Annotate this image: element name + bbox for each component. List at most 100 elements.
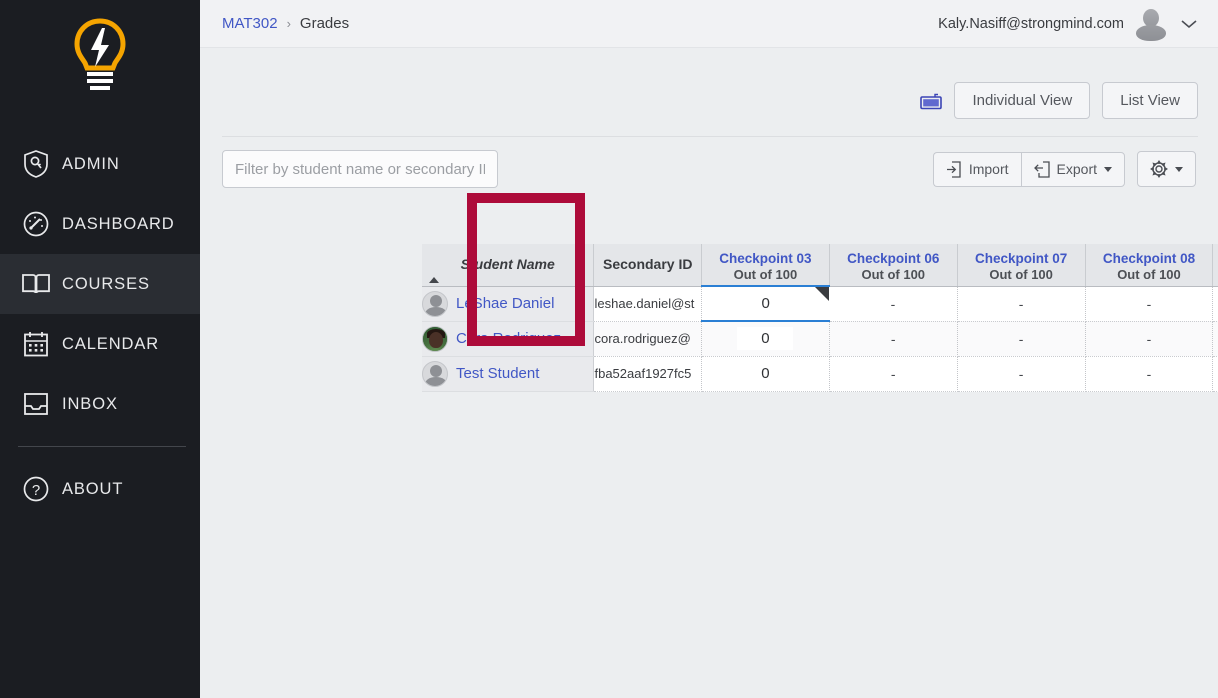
column-label: Secondary ID (603, 256, 692, 272)
table-row[interactable]: Cora Rodriguez cora.rodriguez@ 0 - - - -… (422, 321, 1218, 356)
grade-cell-checkpoint-03[interactable]: 0 (701, 356, 829, 391)
column-label: Checkpoint 07 (958, 247, 1085, 267)
column-header-student-name[interactable]: Student Name (422, 244, 594, 286)
column-sublabel: Out of 100 (1086, 267, 1213, 283)
import-export-group: Import Export (933, 152, 1125, 187)
secondary-id-cell: fba52aaf1927fc5 (594, 356, 701, 391)
secondary-id-cell: cora.rodriguez@ (594, 321, 701, 356)
import-button[interactable]: Import (933, 152, 1021, 187)
student-name-cell[interactable]: Test Student (422, 356, 594, 391)
calendar-icon (14, 327, 58, 361)
keyboard-shortcuts-icon[interactable] (920, 92, 942, 110)
student-name-link[interactable]: LeShae Daniel (456, 295, 554, 312)
column-label: Checkpoint 09 (1213, 247, 1218, 267)
app-logo[interactable] (0, 0, 200, 112)
import-label: Import (969, 161, 1009, 177)
grid-settings-button[interactable] (1137, 151, 1196, 187)
sort-ascending-icon (429, 277, 439, 283)
gradebook-grid[interactable]: Student Name Secondary ID Checkpoint 03 … (422, 244, 1218, 392)
individual-view-button[interactable]: Individual View (954, 82, 1090, 119)
top-header: MAT302 › Grades Kaly.Nasiff@strongmind.c… (200, 0, 1218, 48)
header-row: Student Name Secondary ID Checkpoint 03 … (422, 244, 1218, 286)
column-header-secondary-id[interactable]: Secondary ID (594, 244, 701, 286)
table-header: Student Name Secondary ID Checkpoint 03 … (422, 244, 1218, 286)
table-row[interactable]: LeShae Daniel leshae.daniel@st 0 - - - -… (422, 286, 1218, 321)
filter-row: Import Export (222, 150, 1196, 188)
grade-cell-checkpoint-09[interactable]: - (1213, 321, 1218, 356)
sidebar-item-label: ABOUT (62, 480, 123, 499)
inbox-icon (14, 387, 58, 421)
grade-cell-checkpoint-08[interactable]: - (1085, 356, 1213, 391)
lightbulb-logo-icon (71, 18, 129, 94)
breadcrumb-current: Grades (300, 15, 349, 32)
search-input[interactable] (222, 150, 498, 188)
column-header-checkpoint-08[interactable]: Checkpoint 08 Out of 100 (1085, 244, 1213, 286)
sidebar-item-calendar[interactable]: CALENDAR (0, 314, 200, 374)
column-sublabel: Out of 100 (702, 267, 829, 283)
column-label: Student Name (461, 256, 555, 272)
export-arrow-icon (1034, 161, 1050, 178)
gear-icon (1150, 160, 1168, 178)
avatar (1136, 8, 1166, 40)
sidebar: ADMIN DASHBOARD (0, 0, 200, 698)
svg-text:?: ? (32, 482, 40, 499)
caret-down-icon (1175, 167, 1183, 172)
grid-actions: Import Export (933, 151, 1196, 187)
grade-cell-checkpoint-07[interactable]: - (957, 321, 1085, 356)
column-header-checkpoint-06[interactable]: Checkpoint 06 Out of 100 (829, 244, 957, 286)
cell-comment-indicator-icon (815, 287, 829, 301)
export-button[interactable]: Export (1021, 152, 1125, 187)
student-name-link[interactable]: Cora Rodriguez (456, 330, 561, 347)
grade-cell-checkpoint-08[interactable]: - (1085, 321, 1213, 356)
grade-value: 0 (737, 362, 793, 385)
grade-value: 0 (737, 327, 793, 350)
sidebar-item-label: INBOX (62, 395, 118, 414)
section-divider (222, 136, 1198, 137)
grade-cell-checkpoint-09[interactable]: - (1213, 356, 1218, 391)
grade-cell-checkpoint-08[interactable]: - (1085, 286, 1213, 321)
secondary-id-cell: leshae.daniel@st (594, 286, 701, 321)
grade-cell-checkpoint-07[interactable]: - (957, 286, 1085, 321)
column-label: Checkpoint 08 (1086, 247, 1213, 267)
sidebar-item-admin[interactable]: ADMIN (0, 134, 200, 194)
question-circle-icon: ? (14, 472, 58, 506)
grade-cell-checkpoint-07[interactable]: - (957, 356, 1085, 391)
sidebar-item-inbox[interactable]: INBOX (0, 374, 200, 434)
sidebar-item-label: DASHBOARD (62, 215, 175, 234)
default-avatar-icon (422, 291, 448, 317)
student-name-link[interactable]: Test Student (456, 365, 539, 382)
sidebar-item-label: CALENDAR (62, 335, 159, 354)
column-header-checkpoint-07[interactable]: Checkpoint 07 Out of 100 (957, 244, 1085, 286)
sidebar-item-label: COURSES (62, 275, 150, 294)
student-name-cell[interactable]: Cora Rodriguez (422, 321, 594, 356)
sidebar-item-about[interactable]: ? ABOUT (0, 459, 200, 519)
sidebar-item-dashboard[interactable]: DASHBOARD (0, 194, 200, 254)
column-sublabel: Out of 100 (830, 267, 957, 283)
photo-avatar (422, 326, 448, 352)
grade-cell-checkpoint-06[interactable]: - (829, 286, 957, 321)
column-sublabel: Out of 100 (958, 267, 1085, 283)
shield-key-icon (14, 147, 58, 181)
column-sublabel: Out of 100 (1213, 267, 1218, 283)
student-name-cell[interactable]: LeShae Daniel (422, 286, 594, 321)
breadcrumb-course-link[interactable]: MAT302 (222, 15, 278, 32)
column-header-checkpoint-09[interactable]: Checkpoint 09 Out of 100 (1213, 244, 1218, 286)
user-menu[interactable]: Kaly.Nasiff@strongmind.com (938, 8, 1200, 40)
grade-cell-checkpoint-06[interactable]: - (829, 321, 957, 356)
table-row[interactable]: Test Student fba52aaf1927fc5 0 - - - - - (422, 356, 1218, 391)
gauge-icon (14, 207, 58, 241)
view-toggle-bar: Individual View List View (920, 82, 1198, 119)
grade-cell-checkpoint-03[interactable]: 0 (701, 286, 829, 321)
main-content: Individual View List View Import (200, 48, 1218, 698)
sidebar-nav: ADMIN DASHBOARD (0, 134, 200, 519)
grade-cell-checkpoint-03[interactable]: 0 (701, 321, 829, 356)
grade-cell-checkpoint-06[interactable]: - (829, 356, 957, 391)
list-view-button[interactable]: List View (1102, 82, 1198, 119)
user-email-label: Kaly.Nasiff@strongmind.com (938, 16, 1124, 32)
breadcrumb-separator: › (287, 16, 291, 31)
grade-cell-checkpoint-09[interactable]: - (1213, 286, 1218, 321)
breadcrumb: MAT302 › Grades (222, 15, 349, 32)
column-header-checkpoint-03[interactable]: Checkpoint 03 Out of 100 (701, 244, 829, 286)
sidebar-item-courses[interactable]: COURSES (0, 254, 200, 314)
chevron-down-icon[interactable] (1178, 17, 1200, 31)
